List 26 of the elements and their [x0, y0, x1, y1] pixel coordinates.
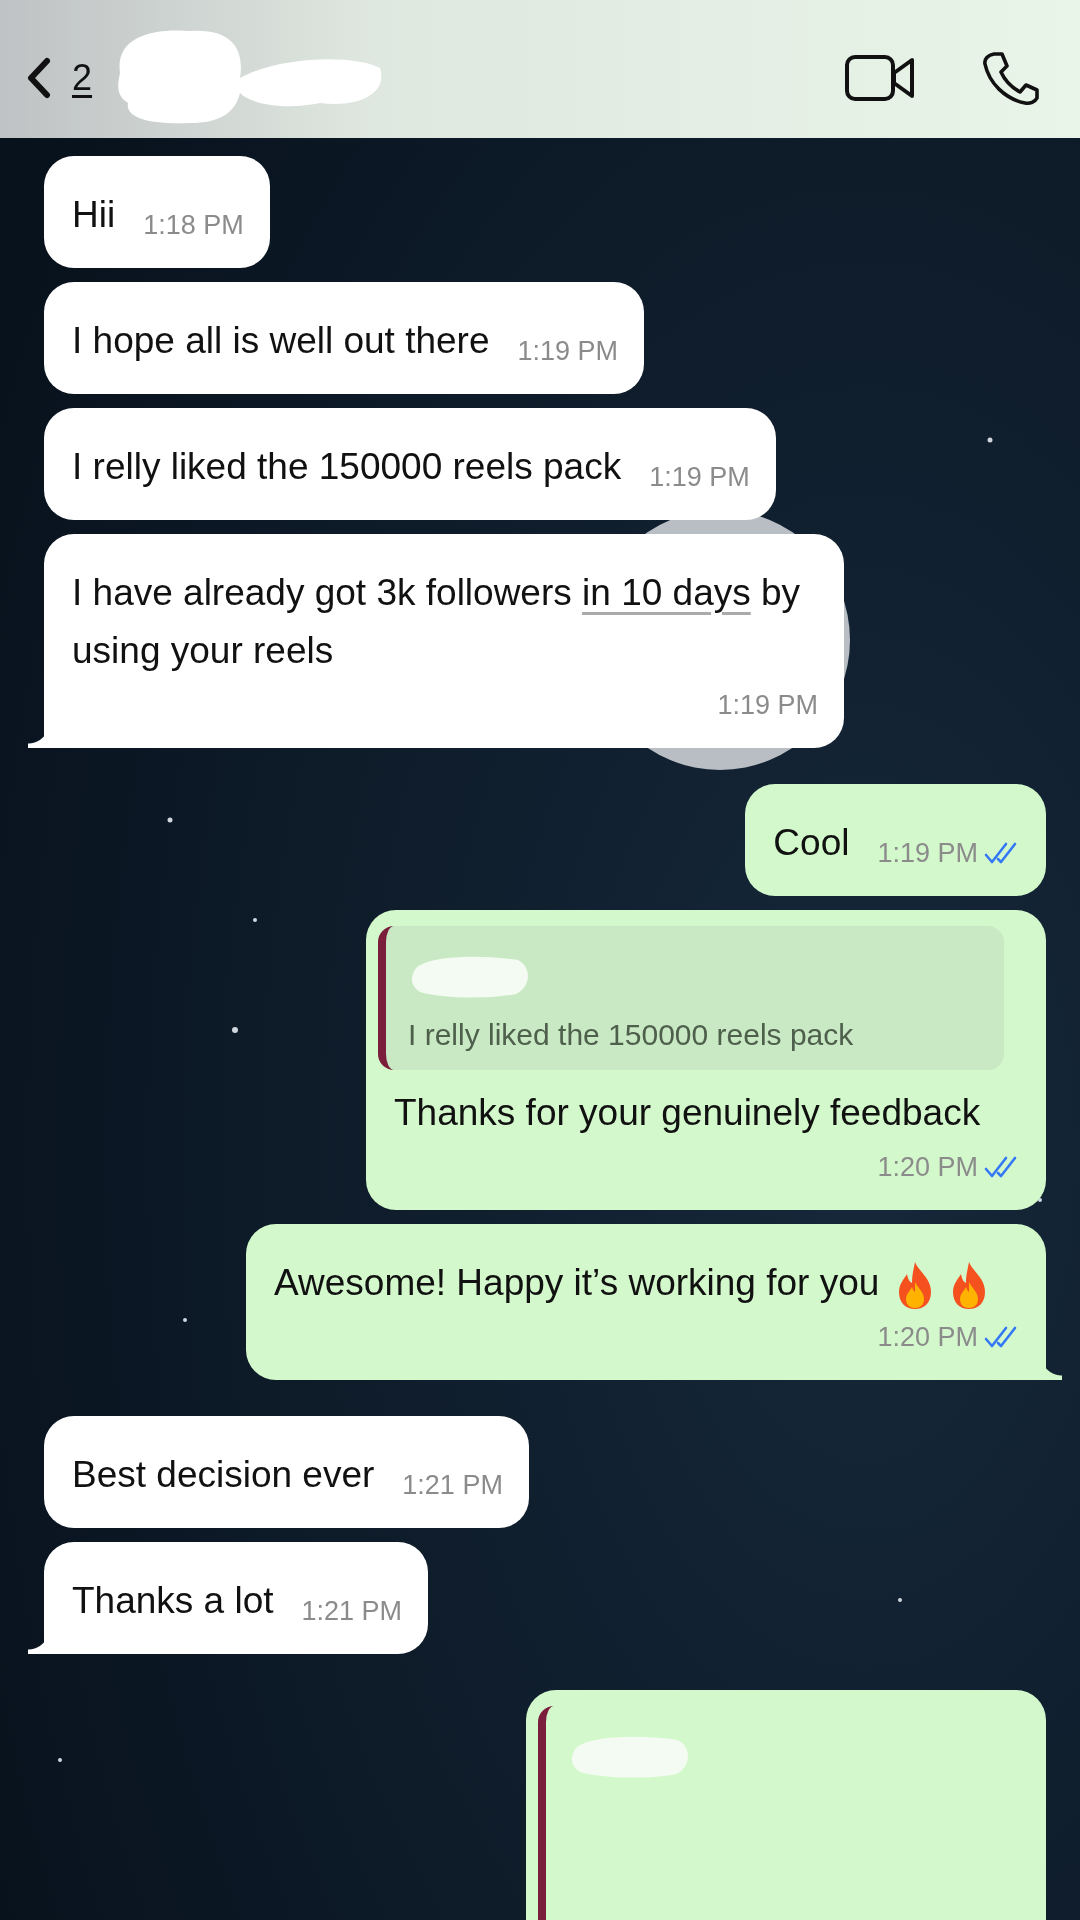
message-text: Thanks for your genuinely feedback: [394, 1091, 981, 1135]
message-time: 1:21 PM: [301, 1595, 403, 1628]
message-text: I hope all is well out there: [72, 319, 490, 363]
message-time: 1:19 PM: [717, 689, 818, 722]
detected-date-link[interactable]: in 10 days: [582, 572, 751, 613]
quoted-message[interactable]: I relly liked the 150000 reels pack: [378, 926, 1004, 1070]
message-text: I relly liked the 150000 reels pack: [72, 445, 622, 489]
message-text: I have already got 3k followers in 10 days by using your reels: [72, 571, 802, 673]
quoted-text: I relly liked the 150000 reels pack: [408, 1018, 855, 1052]
message-time: 1:19 PM: [517, 335, 619, 368]
unread-count: 2: [72, 57, 93, 99]
message-time: 1:19 PM: [877, 837, 978, 870]
message-time: 1:19 PM: [649, 461, 750, 494]
voice-call-button[interactable]: [980, 50, 1040, 106]
message-text: Hii: [72, 193, 116, 237]
back-button[interactable]: 2: [26, 57, 93, 99]
message-text: Best decision ever: [72, 1453, 375, 1497]
message-text: Thanks a lot: [72, 1579, 274, 1623]
message-text: Cool: [773, 821, 850, 865]
message-time: 1:18 PM: [143, 209, 244, 242]
message-time: 1:20 PM: [877, 1321, 978, 1354]
phone-icon: [980, 50, 1040, 106]
message-time: 1:21 PM: [402, 1469, 503, 1502]
chevron-left-icon: [26, 57, 52, 99]
message-text: Awesome! Happy it’s working for you: [274, 1254, 992, 1312]
message-time: 1:20 PM: [877, 1151, 978, 1184]
